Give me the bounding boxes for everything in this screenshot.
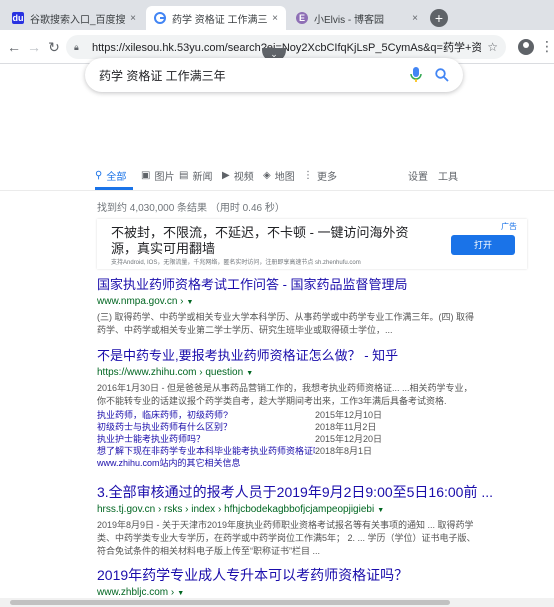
result-url: www.nmpa.gov.cn › ▼ — [97, 295, 527, 310]
tab-title: 药学 资格证 工作满三年 - xilesou — [172, 14, 268, 26]
result-snippet: 类、中药学类专业大专学历，在药学或中药学岗位工作满5年； 2. ... 学历（学… — [97, 533, 476, 543]
result-cite: https://www.zhihu.com › question — [97, 367, 244, 378]
tab-label: 地图 — [274, 172, 295, 183]
search-input[interactable]: 药学 资格证 工作满三年 — [99, 67, 409, 84]
result-cite: hrss.tj.gov.cn › rsks › index › hfhjcbod… — [97, 504, 375, 515]
tools-link[interactable]: 工具 — [438, 168, 458, 183]
result-url: hrss.tj.gov.cn › rsks › index › hfhjcbod… — [97, 503, 527, 518]
result-url: https://www.zhihu.com › question ▼ — [97, 366, 527, 381]
result-cite: www.nmpa.gov.cn › — [97, 296, 184, 307]
related-links: 执业药师，临床药师，初级药师? 2015年12月10日 初级药士与执业药师有什么… — [97, 409, 527, 457]
related-link[interactable]: 执业药师，临床药师，初级药师? — [97, 409, 315, 421]
tab-maps[interactable]: ◈ 地图 — [263, 168, 295, 183]
tab-close-icon[interactable]: × — [412, 13, 418, 24]
microphone-icon[interactable] — [409, 67, 423, 83]
back-arrow-icon[interactable]: ← — [6, 39, 22, 55]
result-snippet: 2019年8月9日 - 关于天津市2019年度执业药师职业资格考试报名等有关事项… — [97, 520, 474, 530]
address-bar[interactable]: 🔒︎ https://xilesou.hk.53yu.com/search?ei… — [66, 35, 506, 59]
bookmark-star-icon[interactable]: ☆ — [487, 40, 498, 54]
ad-title[interactable]: 不被封，不限流，不延迟，不卡顿 - 一键访问海外资源，真实可用翻墙 — [111, 225, 431, 257]
related-link-row: 想了解下现在非药学专业本科毕业能考执业药师资格证吗? 2018年8月1日 — [97, 445, 527, 457]
related-date: 2018年11月2日 — [315, 422, 377, 432]
google-favicon-icon — [154, 12, 166, 24]
baidu-favicon-icon: du — [12, 12, 24, 24]
ad-label: 广告 — [501, 222, 517, 231]
result-snippet: 你不能转专业的话建议报个药学类自考，趁大学期间考出来，工作3年满后具备考试资格. — [97, 396, 447, 406]
tab-label: 图片 — [154, 172, 175, 183]
caret-down-icon[interactable]: ▼ — [246, 370, 253, 377]
related-link-row: 执业护士能考执业药师吗？ 2015年12月20日 — [97, 433, 527, 445]
video-icon: ▶ — [222, 170, 230, 181]
tab-title: 谷歌搜索入口_百度搜索 — [30, 14, 127, 26]
search-box[interactable]: 药学 资格证 工作满三年 — [85, 58, 463, 92]
profile-avatar-icon[interactable] — [518, 39, 534, 55]
horizontal-scrollbar[interactable] — [0, 598, 554, 607]
settings-link[interactable]: 设置 — [408, 168, 428, 183]
result-title[interactable]: 不是中药专业,要报考执业药师资格证怎么做？ - 知乎 — [97, 348, 527, 364]
related-date: 2018年8月1日 — [315, 446, 373, 456]
tab-news[interactable]: ▤ 新闻 — [179, 168, 212, 183]
search-icon: ⚲ — [95, 170, 103, 181]
caret-down-icon[interactable]: ▼ — [177, 590, 184, 597]
forward-arrow-icon[interactable]: → — [26, 39, 42, 55]
tab-close-icon[interactable]: × — [272, 13, 278, 24]
more-icon: ⋮ — [303, 170, 313, 181]
result-title[interactable]: 国家执业药师资格考试工作问答 - 国家药品监督管理局 — [97, 277, 527, 293]
tab-close-icon[interactable]: × — [130, 13, 136, 24]
tab-title: 小Elvis - 博客园 — [314, 14, 384, 26]
search-result: 2019年药学专业成人专升本可以考药师资格证吗？ www.zhbljc.com … — [97, 566, 527, 601]
lock-icon: 🔒︎ — [74, 41, 79, 52]
ad-card[interactable]: 广告 不被封，不限流，不延迟，不卡顿 - 一键访问海外资源，真实可用翻墙 支持A… — [97, 219, 527, 269]
url-text: https://xilesou.hk.53yu.com/search?ei=No… — [92, 42, 482, 54]
search-result: 不是中药专业,要报考执业药师资格证怎么做？ - 知乎 https://www.z… — [97, 348, 527, 469]
result-cite: www.zhbljc.com › — [97, 587, 175, 598]
related-link[interactable]: 想了解下现在非药学专业本科毕业能考执业药师资格证吗? — [97, 445, 315, 457]
tab-label: 更多 — [317, 172, 337, 183]
caret-down-icon[interactable]: ▼ — [377, 507, 384, 514]
search-icon[interactable] — [435, 68, 449, 82]
result-snippet: (三) 取得药学、中药学或相关专业大学本科学历、从事药学或中药学专业工作满三年。… — [97, 312, 474, 322]
result-snippet: 2016年1月30日 - 但是爸爸是从事药品营销工作的，我想考执业药师资格证..… — [97, 383, 473, 393]
related-date: 2015年12月20日 — [315, 434, 383, 444]
tabs-divider — [0, 190, 554, 191]
result-title[interactable]: 3.全部审核通过的报考人员于2019年9月2日9:00至5日16:00前 ... — [97, 483, 527, 501]
kebab-menu-icon[interactable]: ⋮ — [540, 38, 554, 54]
related-link[interactable]: 执业护士能考执业药师吗？ — [97, 433, 315, 445]
browser-tab-baidu[interactable]: du 谷歌搜索入口_百度搜索 × — [4, 6, 144, 30]
result-snippet: 药学、中药学或相关专业第二学士学历、研究生班毕业或取得硕士学位，... — [97, 325, 393, 335]
tab-label: 新闻 — [192, 172, 213, 183]
more-results-link[interactable]: www.zhihu.com站内的其它相关信息 — [97, 457, 527, 469]
result-stats: 找到约 4,030,000 条结果 （用时 0.46 秒） — [97, 203, 285, 214]
caret-down-icon[interactable]: ▼ — [187, 299, 194, 306]
tab-label: 视频 — [233, 172, 254, 183]
result-title[interactable]: 2019年药学专业成人专升本可以考药师资格证吗？ — [97, 566, 527, 584]
map-icon: ◈ — [263, 170, 271, 181]
cnblogs-favicon-icon: E — [296, 12, 308, 24]
tab-all[interactable]: ⚲ 全部 — [95, 168, 126, 183]
search-result: 3.全部审核通过的报考人员于2019年9月2日9:00至5日16:00前 ...… — [97, 483, 527, 557]
ad-description: 支持Android, IOS，无限流量，千兆网络，匿名实时访问，注册即享高速节点… — [111, 260, 361, 266]
related-link[interactable]: 初级药士与执业药师有什么区别？ — [97, 421, 315, 433]
browser-tab-cnblogs[interactable]: E 小Elvis - 博客园 × — [288, 6, 426, 30]
browser-tab-search[interactable]: 药学 资格证 工作满三年 - xilesou × — [146, 6, 286, 30]
search-result: 国家执业药师资格考试工作问答 - 国家药品监督管理局 www.nmpa.gov.… — [97, 277, 527, 336]
tab-more[interactable]: ⋮ 更多 — [303, 168, 337, 183]
scrollbar-thumb[interactable] — [10, 600, 450, 605]
reload-icon[interactable]: ↻ — [46, 39, 62, 55]
tab-label: 全部 — [106, 172, 127, 183]
new-tab-button[interactable]: + — [430, 9, 448, 27]
image-icon: ▣ — [141, 170, 151, 181]
related-date: 2015年12月10日 — [315, 410, 383, 420]
tab-strip: du 谷歌搜索入口_百度搜索 × 药学 资格证 工作满三年 - xilesou … — [0, 0, 554, 30]
tab-images[interactable]: ▣ 图片 — [141, 168, 174, 183]
result-snippet: 符合免试条件的相关材料电子版上传至“职称证书”栏目 ... — [97, 546, 320, 556]
news-icon: ▤ — [179, 170, 189, 181]
related-link-row: 执业药师，临床药师，初级药师? 2015年12月10日 — [97, 409, 527, 421]
related-link-row: 初级药士与执业药师有什么区别？ 2018年11月2日 — [97, 421, 527, 433]
search-tabs: ⚲ 全部 ▣ 图片 ▤ 新闻 ▶ 视频 ◈ 地图 ⋮ 更多 设置 工具 — [95, 168, 465, 190]
tab-videos[interactable]: ▶ 视频 — [222, 168, 254, 183]
ad-open-button[interactable]: 打开 — [451, 235, 515, 255]
